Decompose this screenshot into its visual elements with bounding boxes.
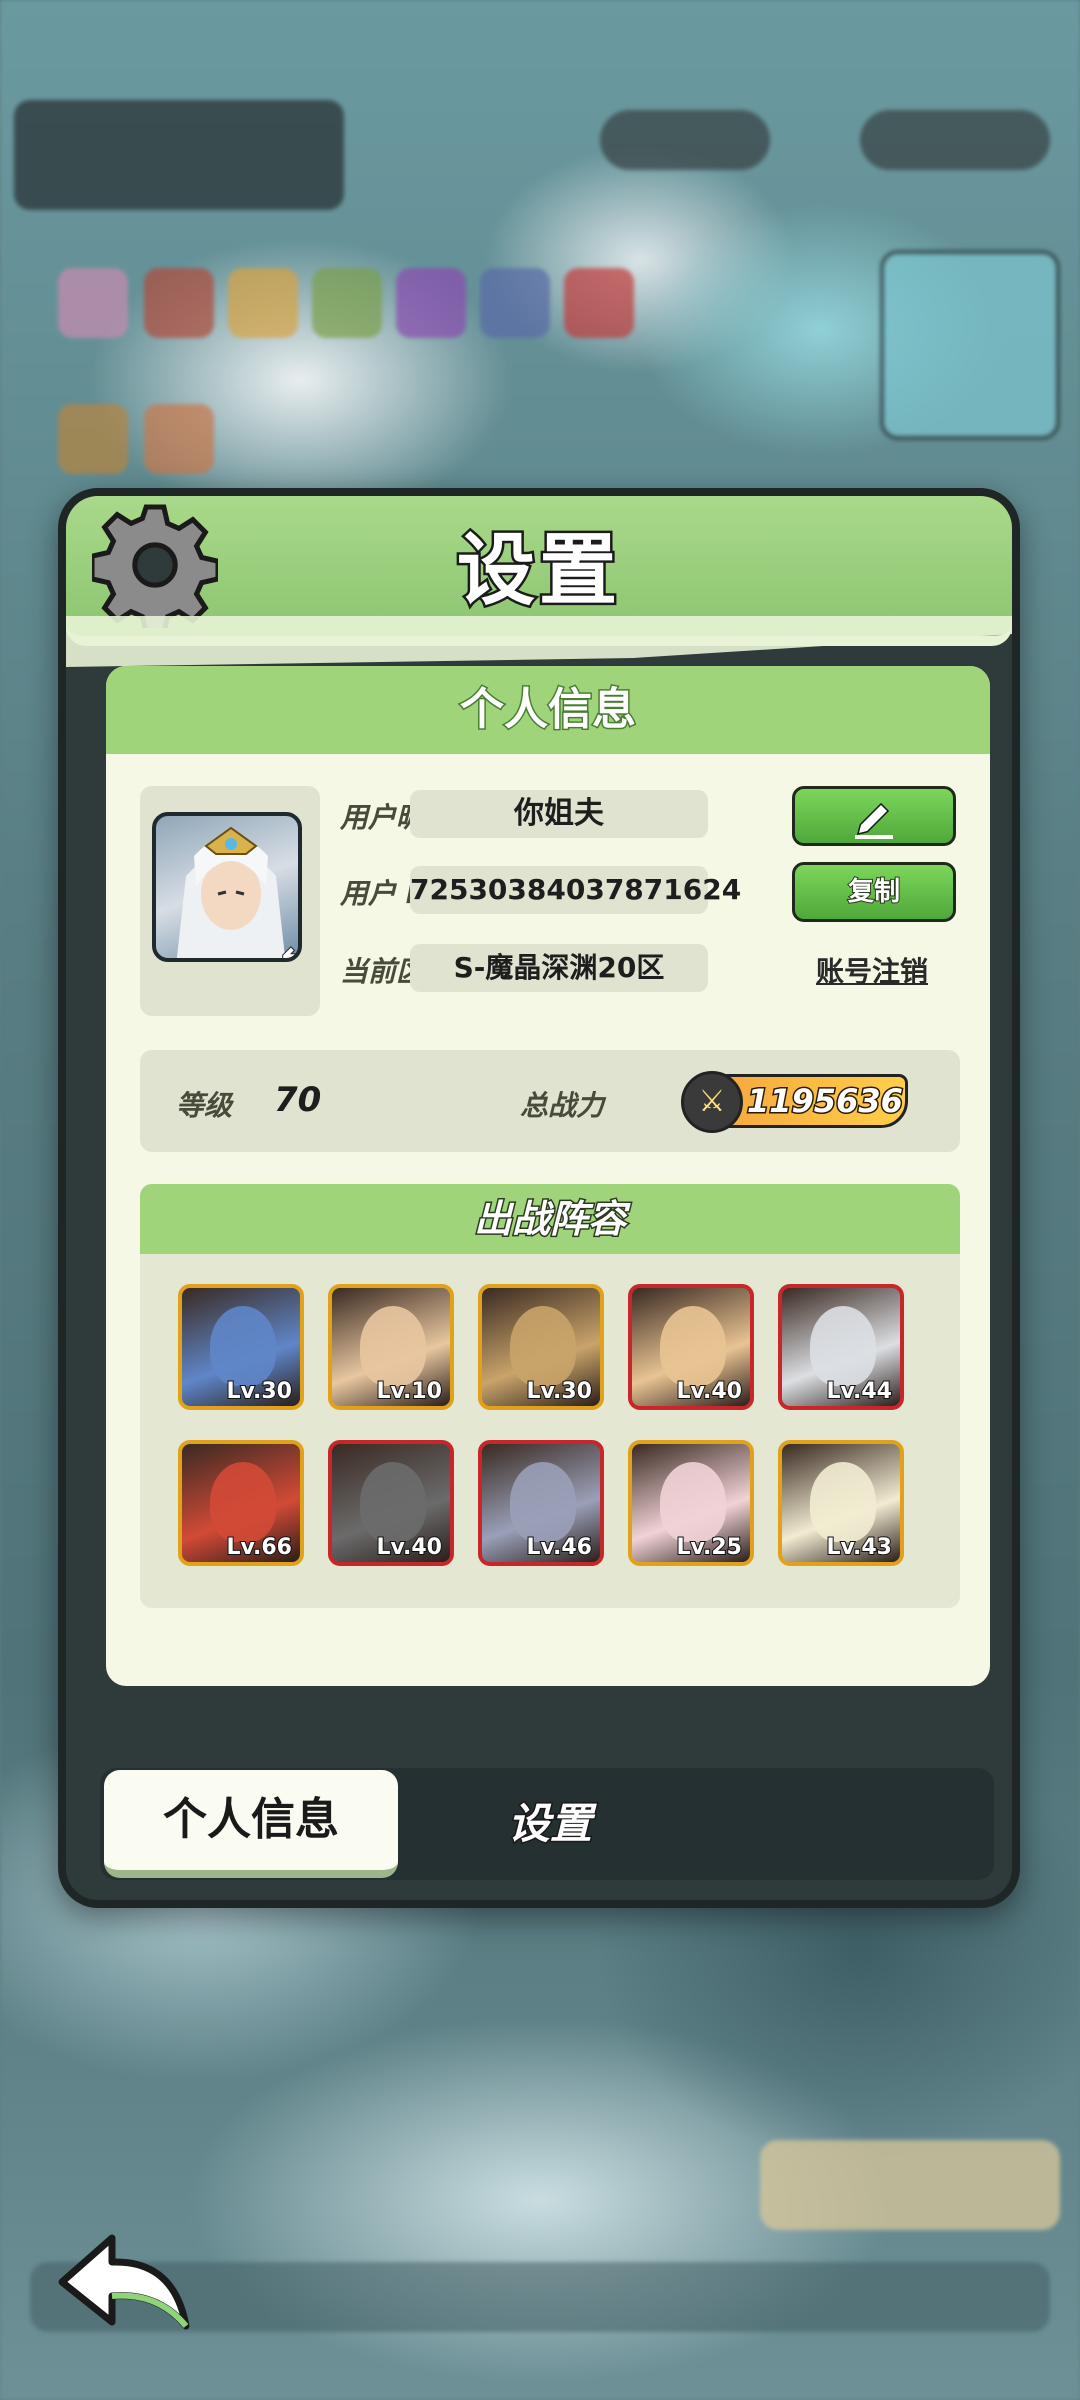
profile-row: ⇆ 用户昵称 你姐夫 用户 ID 72530384037871624 复制 当前… (140, 786, 960, 1016)
hud-chip-blurred (144, 404, 214, 474)
pencil-icon (855, 802, 893, 839)
tab-bar: 个人信息 设置 (100, 1768, 994, 1880)
hero-slot[interactable]: Lv.30 (178, 1284, 304, 1410)
nickname-field: 你姐夫 (410, 790, 708, 838)
server-field: S-魔晶深渊20区 (410, 944, 708, 992)
hero-portrait (660, 1306, 726, 1386)
hud-chip-blurred (228, 268, 298, 338)
hud-chip-blurred (564, 268, 634, 338)
section-title: 个人信息 (106, 666, 990, 754)
hero-level: Lv.30 (525, 1378, 593, 1405)
power-label: 总战力 (520, 1089, 605, 1122)
tab-settings[interactable]: 设置 (506, 1768, 593, 1880)
settings-panel: 设置 个人信息 ⇆ 用户昵称 你姐夫 (58, 488, 1020, 1908)
crossed-swords-icon: ⚔ (681, 1071, 743, 1133)
hero-portrait (510, 1462, 576, 1542)
hero-level: Lv.10 (375, 1378, 443, 1405)
hero-slot[interactable]: Lv.40 (328, 1440, 454, 1566)
minimap-blurred (880, 250, 1060, 440)
hero-level: Lv.25 (675, 1534, 743, 1561)
tab-personal-info[interactable]: 个人信息 (104, 1770, 398, 1878)
resource-bar-blurred (600, 110, 770, 170)
hero-slot[interactable]: Lv.10 (328, 1284, 454, 1410)
hero-level: Lv.30 (225, 1378, 293, 1405)
hero-portrait (810, 1462, 876, 1542)
hud-chip-blurred (58, 404, 128, 474)
hero-portrait (660, 1462, 726, 1542)
hero-level: Lv.40 (675, 1378, 743, 1405)
hud-chip-blurred (58, 268, 128, 338)
user-id-field: 72530384037871624 (410, 866, 741, 914)
player-hud-blurred (14, 100, 344, 210)
avatar[interactable]: ⇆ (152, 812, 302, 962)
team-box: 出战阵容 Lv.30 Lv.10 Lv.30 Lv.40 Lv.44 Lv.66 Lv.40… (140, 1184, 960, 1608)
hud-chip-blurred (312, 268, 382, 338)
copy-id-button[interactable]: 复制 (792, 862, 956, 922)
event-banner-blurred (760, 2140, 1060, 2230)
hud-chip-blurred (396, 268, 466, 338)
level-value: 70 (274, 1080, 322, 1120)
hero-slot[interactable]: Lv.25 (628, 1440, 754, 1566)
hero-slot[interactable]: Lv.66 (178, 1440, 304, 1566)
hud-chip-blurred (480, 268, 550, 338)
hero-slot[interactable]: Lv.44 (778, 1284, 904, 1410)
panel-header: 设置 (66, 496, 1012, 646)
hero-slot[interactable]: Lv.43 (778, 1440, 904, 1566)
power-badge: ⚔ 1195636 (681, 1071, 908, 1133)
hero-level: Lv.66 (225, 1534, 293, 1561)
hero-portrait (510, 1306, 576, 1386)
hero-slot[interactable]: Lv.46 (478, 1440, 604, 1566)
swap-icon[interactable]: ⇆ (276, 941, 298, 958)
panel-title: 设置 (454, 524, 621, 619)
personal-info-card: 个人信息 ⇆ 用户昵称 你姐夫 (106, 666, 990, 1686)
hero-level: Lv.44 (825, 1378, 893, 1405)
hero-portrait (210, 1306, 276, 1386)
power-value: 1195636 (746, 1081, 905, 1122)
stats-row: 等级 70 总战力 ⚔ 1195636 (140, 1050, 960, 1152)
avatar-box: ⇆ (140, 786, 320, 1016)
hero-portrait (810, 1306, 876, 1386)
edit-nickname-button[interactable] (792, 786, 956, 846)
hero-portrait (360, 1306, 426, 1386)
hero-level: Lv.43 (825, 1534, 893, 1561)
hud-chip-blurred (144, 268, 214, 338)
cancel-account-link[interactable]: 账号注销 (816, 950, 928, 990)
level-label: 等级 (176, 1089, 233, 1122)
avatar-portrait (176, 826, 286, 958)
hero-slot[interactable]: Lv.30 (478, 1284, 604, 1410)
back-arrow-icon[interactable] (54, 2230, 194, 2340)
hero-level: Lv.46 (525, 1534, 593, 1561)
team-title: 出战阵容 (140, 1184, 960, 1254)
hero-portrait (360, 1462, 426, 1542)
resource-bar-blurred (860, 110, 1050, 170)
hero-portrait (210, 1462, 276, 1542)
hero-slot[interactable]: Lv.40 (628, 1284, 754, 1410)
hero-level: Lv.40 (375, 1534, 443, 1561)
